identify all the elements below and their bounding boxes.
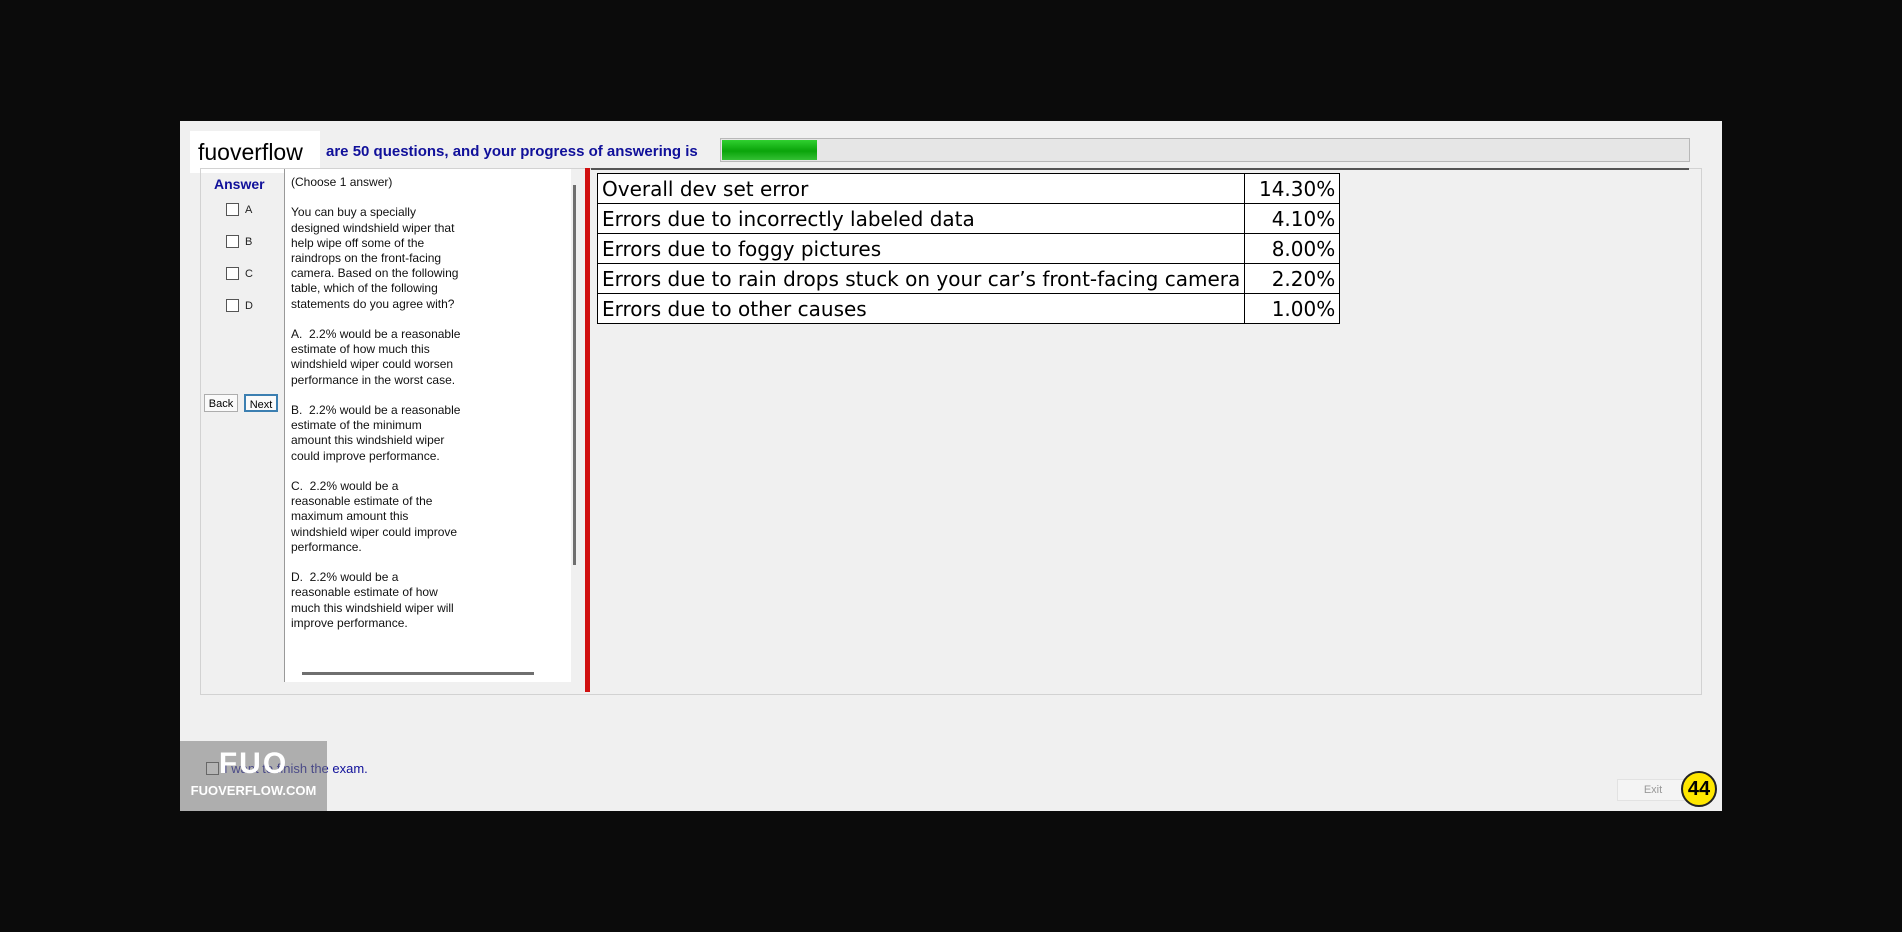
logo-text: fuoverflow (190, 131, 320, 173)
back-button[interactable]: Back (204, 394, 238, 412)
table-row: Errors due to other causes 1.00% (596, 293, 1341, 324)
option-c-label: C (245, 267, 253, 280)
page-number-badge: 44 (1681, 771, 1717, 807)
watermark-url: FUOVERFLOW.COM (190, 783, 317, 798)
answer-title: Answer (214, 176, 265, 192)
checkbox-icon[interactable] (226, 235, 239, 248)
question-vertical-scrollbar[interactable] (573, 185, 576, 565)
row-label: Overall dev set error (596, 173, 1246, 204)
row-value: 8.00% (1244, 233, 1341, 264)
table-row: Errors due to incorrectly labeled data 4… (596, 203, 1341, 234)
next-button[interactable]: Next (244, 394, 278, 412)
option-d-checkbox[interactable]: D (226, 299, 253, 312)
splitter-bar[interactable] (585, 168, 590, 692)
row-label: Errors due to rain drops stuck on your c… (596, 263, 1246, 294)
option-d-label: D (245, 299, 253, 312)
checkbox-icon[interactable] (226, 203, 239, 216)
exam-window: are 50 questions, and your progress of a… (180, 121, 1722, 811)
option-a-label: A (245, 203, 253, 216)
question-text: (Choose 1 answer) You can buy a speciall… (291, 175, 461, 630)
checkbox-icon[interactable] (226, 267, 239, 280)
watermark-logo: FUO FUOVERFLOW.COM (180, 741, 327, 811)
divider (591, 168, 1689, 170)
progress-bar (720, 138, 1690, 162)
option-b-label: B (245, 235, 253, 248)
table-row: Errors due to foggy pictures 8.00% (596, 233, 1341, 264)
row-value: 4.10% (1244, 203, 1341, 234)
row-value: 2.20% (1244, 263, 1341, 294)
option-a-checkbox[interactable]: A (226, 203, 252, 216)
row-label: Errors due to foggy pictures (596, 233, 1246, 264)
row-value: 1.00% (1244, 293, 1341, 324)
exit-button[interactable]: Exit (1617, 779, 1689, 801)
option-c-checkbox[interactable]: C (226, 267, 253, 280)
progress-bar-fill (722, 140, 817, 160)
question-panel[interactable]: (Choose 1 answer) You can buy a speciall… (284, 169, 571, 682)
table-row: Errors due to rain drops stuck on your c… (596, 263, 1341, 294)
checkbox-icon[interactable] (226, 299, 239, 312)
error-analysis-table: Overall dev set error 14.30% Errors due … (596, 173, 1341, 324)
row-label: Errors due to other causes (596, 293, 1246, 324)
progress-label: are 50 questions, and your progress of a… (326, 143, 698, 160)
row-value: 14.30% (1244, 173, 1341, 204)
question-horizontal-scrollbar[interactable] (302, 672, 534, 675)
option-b-checkbox[interactable]: B (226, 235, 252, 248)
table-row: Overall dev set error 14.30% (596, 173, 1341, 204)
row-label: Errors due to incorrectly labeled data (596, 203, 1246, 234)
watermark-title: FUO (218, 747, 289, 780)
